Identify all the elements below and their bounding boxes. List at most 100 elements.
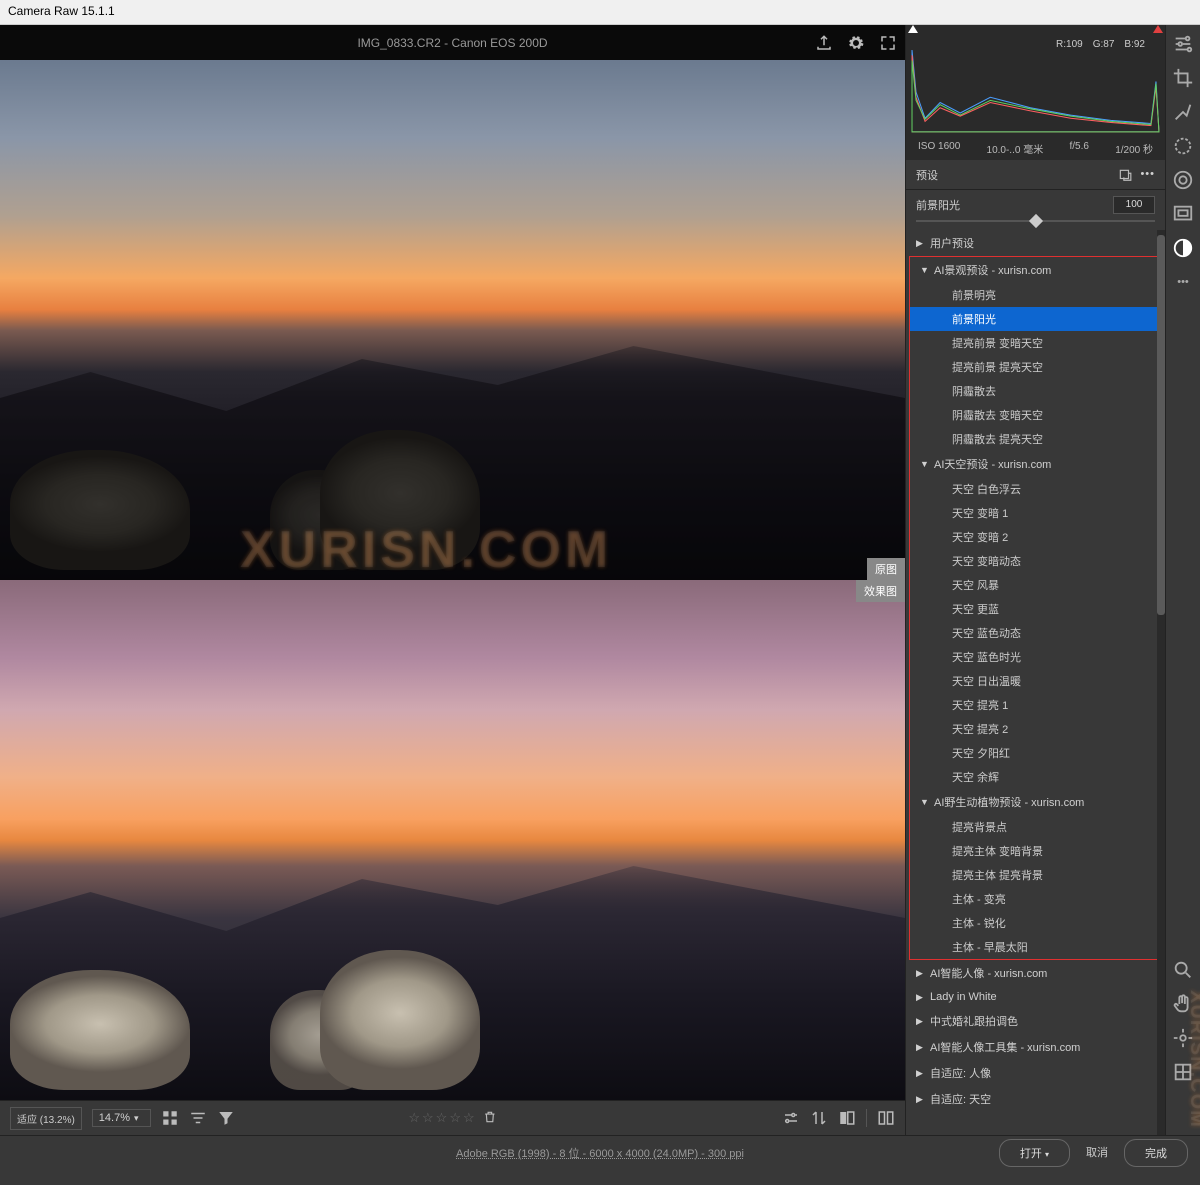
star-5[interactable]: ☆: [463, 1110, 475, 1126]
preset-item[interactable]: 天空 蓝色动态: [910, 621, 1161, 645]
preset-item[interactable]: 阴霾散去: [910, 379, 1161, 403]
file-name: IMG_0833.CR2: [357, 36, 440, 50]
crop-icon[interactable]: [1172, 67, 1194, 89]
preview-original[interactable]: 原图: [0, 60, 905, 580]
zoom-dropdown[interactable]: 14.7%▾: [92, 1109, 151, 1127]
original-label: 原图: [867, 558, 905, 580]
preset-item[interactable]: 主体 - 变亮: [910, 887, 1161, 911]
toggle-grid-icon[interactable]: [1172, 1061, 1194, 1083]
star-3[interactable]: ☆: [436, 1110, 448, 1126]
preset-group-header-collapsed[interactable]: ▶Lady in White: [906, 986, 1165, 1008]
exif-focal: 10.0-..0 毫米: [987, 141, 1044, 156]
preset-item[interactable]: 天空 白色浮云: [910, 477, 1161, 501]
preset-group-header-collapsed[interactable]: ▶自适应: 天空: [906, 1086, 1165, 1112]
redeye-icon[interactable]: [1172, 169, 1194, 191]
star-4[interactable]: ☆: [449, 1110, 461, 1126]
footer-bar: Adobe RGB (1998) - 8 位 - 6000 x 4000 (24…: [0, 1135, 1200, 1170]
fullscreen-icon[interactable]: [879, 34, 897, 52]
amount-slider[interactable]: [916, 220, 1155, 222]
preset-group-header-collapsed[interactable]: ▶中式婚礼跟拍调色: [906, 1008, 1165, 1034]
snapshot-icon[interactable]: [1172, 203, 1194, 225]
window-titlebar: Camera Raw 15.1.1: [0, 0, 1200, 25]
more-tools-icon[interactable]: •••: [1172, 271, 1194, 293]
done-button[interactable]: 完成: [1124, 1139, 1188, 1167]
gear-icon[interactable]: [847, 34, 865, 52]
color-sampler-icon[interactable]: [1172, 1027, 1194, 1049]
scrollbar-thumb[interactable]: [1157, 235, 1165, 615]
before-after-icon[interactable]: [877, 1109, 895, 1127]
preset-item[interactable]: 提亮前景 提亮天空: [910, 355, 1161, 379]
histogram[interactable]: R:109 G:87 B:92 ISO 1600 10.0-..0 毫米 f/5…: [906, 25, 1165, 160]
adjust-slider-icon[interactable]: [782, 1109, 800, 1127]
preset-item[interactable]: 天空 变暗 1: [910, 501, 1161, 525]
preset-item[interactable]: 天空 余辉: [910, 765, 1161, 789]
rating-stars[interactable]: ☆ ☆ ☆ ☆ ☆: [408, 1110, 496, 1126]
zoom-fit-button[interactable]: 适应 (13.2%): [10, 1107, 82, 1130]
filter-list-icon[interactable]: [189, 1109, 207, 1127]
preset-item[interactable]: 提亮主体 变暗背景: [910, 839, 1161, 863]
viewer-bottombar: 适应 (13.2%) 14.7%▾ ☆ ☆ ☆ ☆ ☆: [0, 1100, 905, 1135]
file-info-bar: IMG_0833.CR2 - Canon EOS 200D: [0, 25, 905, 60]
slider-label: 前景阳光: [916, 197, 960, 213]
image-info[interactable]: Adobe RGB (1998) - 8 位 - 6000 x 4000 (24…: [456, 1145, 744, 1161]
star-1[interactable]: ☆: [408, 1110, 420, 1126]
preset-group-header[interactable]: ▼AI野生动植物预设 - xurisn.com: [910, 789, 1161, 815]
trash-icon[interactable]: [483, 1110, 497, 1124]
funnel-icon[interactable]: [217, 1109, 235, 1127]
zoom-tool-icon[interactable]: [1172, 959, 1194, 981]
preset-item[interactable]: 主体 - 锐化: [910, 911, 1161, 935]
preset-item[interactable]: 天空 提亮 1: [910, 693, 1161, 717]
preset-item[interactable]: 提亮背景点: [910, 815, 1161, 839]
compare-icon[interactable]: [810, 1109, 828, 1127]
preset-item[interactable]: 天空 风暴: [910, 573, 1161, 597]
presets-icon[interactable]: [1172, 237, 1194, 259]
rgb-g: G:87: [1093, 39, 1115, 50]
mask-icon[interactable]: [1172, 135, 1194, 157]
preset-item[interactable]: 天空 日出温暖: [910, 669, 1161, 693]
preview-result[interactable]: 效果图: [0, 580, 905, 1100]
healing-brush-icon[interactable]: [1172, 101, 1194, 123]
rgb-r: R:109: [1056, 39, 1083, 50]
preset-group-header-collapsed[interactable]: ▶AI智能人像 - xurisn.com: [906, 960, 1165, 986]
preset-group-header-collapsed[interactable]: ▶AI智能人像工具集 - xurisn.com: [906, 1034, 1165, 1060]
exif-iso: ISO 1600: [918, 141, 960, 156]
camera-model: Canon EOS 200D: [451, 36, 547, 50]
preset-item[interactable]: 前景阳光: [910, 307, 1161, 331]
export-icon[interactable]: [815, 34, 833, 52]
preset-item[interactable]: 主体 - 早晨太阳: [910, 935, 1161, 959]
app-title: Camera Raw 15.1.1: [8, 4, 115, 18]
preset-group-header[interactable]: ▼AI天空预设 - xurisn.com: [910, 451, 1161, 477]
result-label: 效果图: [856, 580, 905, 602]
preset-item[interactable]: 天空 变暗动态: [910, 549, 1161, 573]
rgb-b: B:92: [1124, 39, 1145, 50]
slider-value-input[interactable]: 100: [1113, 196, 1155, 214]
presets-panel-header: 预设 •••: [906, 160, 1165, 190]
open-button[interactable]: 打开 ▾: [999, 1139, 1070, 1167]
cancel-button[interactable]: 取消: [1078, 1139, 1116, 1167]
preset-item[interactable]: 阴霾散去 提亮天空: [910, 427, 1161, 451]
preset-item[interactable]: 天空 夕阳红: [910, 741, 1161, 765]
preset-item[interactable]: 天空 更蓝: [910, 597, 1161, 621]
preset-group-header[interactable]: ▼AI景观预设 - xurisn.com: [910, 257, 1161, 283]
panel-title: 预设: [916, 167, 938, 183]
preset-item[interactable]: 阴霾散去 变暗天空: [910, 403, 1161, 427]
exif-aperture: f/5.6: [1069, 141, 1088, 156]
preset-item[interactable]: 天空 提亮 2: [910, 717, 1161, 741]
edit-sliders-icon[interactable]: [1172, 33, 1194, 55]
preset-item[interactable]: 前景明亮: [910, 283, 1161, 307]
preset-group-header-collapsed[interactable]: ▶自适应: 人像: [906, 1060, 1165, 1086]
presets-list[interactable]: ▶用户预设 ▼AI景观预设 - xurisn.com前景明亮前景阳光提亮前景 变…: [906, 230, 1165, 1135]
preset-item[interactable]: 天空 蓝色时光: [910, 645, 1161, 669]
hand-tool-icon[interactable]: [1172, 993, 1194, 1015]
new-preset-icon[interactable]: [1118, 168, 1132, 182]
preset-item[interactable]: 提亮前景 变暗天空: [910, 331, 1161, 355]
star-2[interactable]: ☆: [422, 1110, 434, 1126]
grid-icon[interactable]: [161, 1109, 179, 1127]
right-toolbar: •••: [1165, 25, 1200, 1135]
more-options-icon[interactable]: •••: [1140, 168, 1155, 182]
exif-shutter: 1/200 秒: [1115, 141, 1153, 156]
preset-item[interactable]: 天空 变暗 2: [910, 525, 1161, 549]
preset-item[interactable]: 提亮主体 提亮背景: [910, 863, 1161, 887]
user-presets-header[interactable]: ▶用户预设: [906, 230, 1165, 256]
split-view-icon[interactable]: [838, 1109, 856, 1127]
